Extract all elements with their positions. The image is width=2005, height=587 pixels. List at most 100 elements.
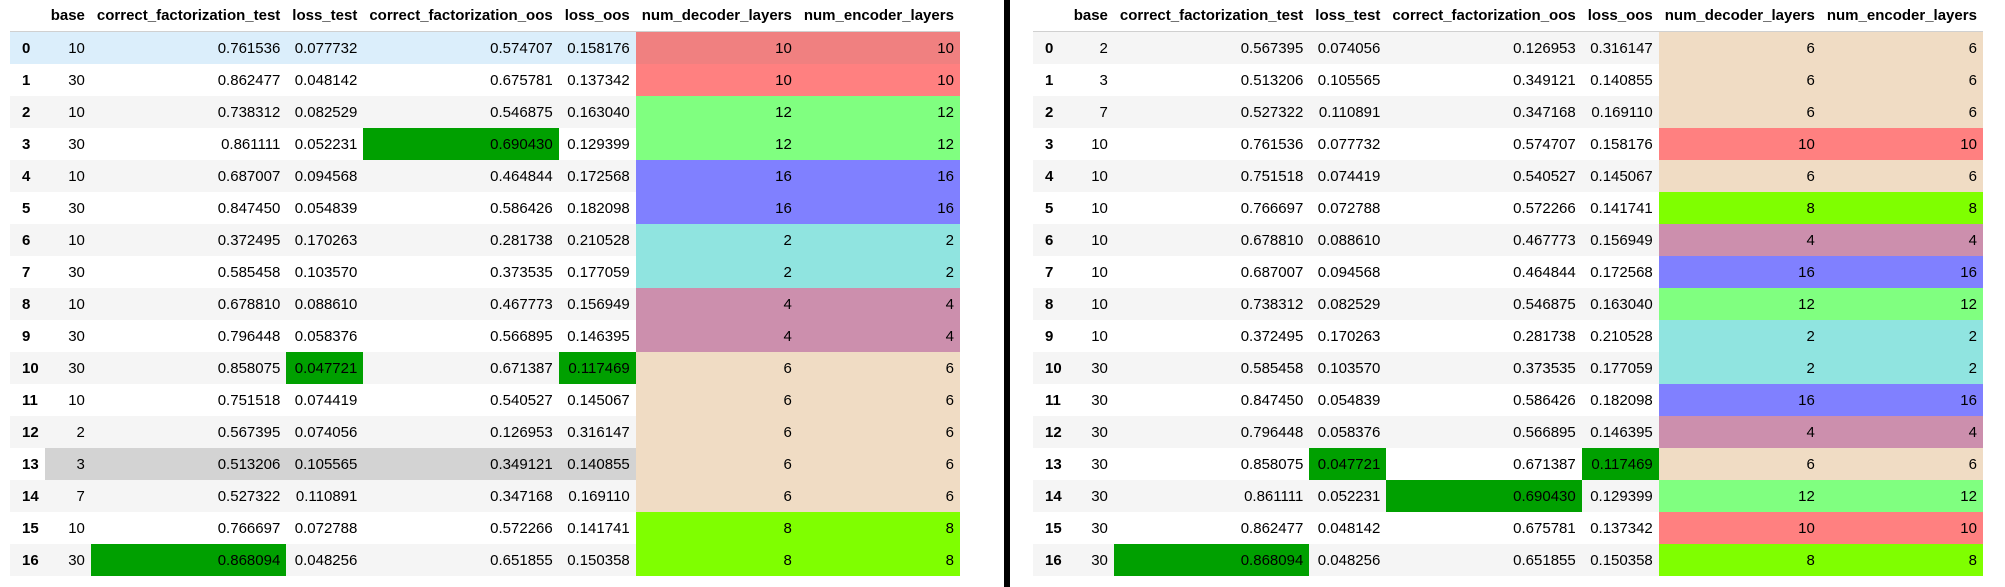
row-index: 10	[10, 352, 45, 384]
table-cell: 10	[1091, 135, 1108, 153]
table-cell: 12	[797, 96, 960, 128]
table-cell: 0.540527	[1386, 160, 1582, 192]
table-cell: 0.146395	[567, 327, 630, 345]
table-cell: 0.281738	[1513, 327, 1576, 345]
right-dataframe-panel: base correct_factorization_test loss_test c…	[1007, 0, 2005, 587]
table-cell: 12	[635, 96, 798, 128]
row-index: 0	[10, 31, 45, 64]
table-cell: 0.761536	[1240, 135, 1304, 153]
table-cell: 0.690430	[363, 128, 559, 160]
table-cell: 16	[1658, 256, 1821, 288]
table-cell: 4	[797, 288, 960, 320]
table-cell: 0.117469	[1581, 448, 1659, 480]
column-header: correct_factorization_test	[90, 0, 287, 32]
table-cell: 0.347168	[363, 480, 559, 512]
table-cell: 0.137342	[1590, 519, 1653, 537]
table-cell: 10	[68, 519, 85, 537]
table-cell: 0.177059	[567, 263, 630, 281]
table-row: 11 30 0.847450 0.054839 0.586426 0.182098 16 16	[1033, 384, 1983, 416]
table-cell: 0.158176	[558, 31, 636, 64]
column-header: num_encoder_layers	[1820, 0, 1983, 32]
table-cell: 0.761536	[90, 31, 287, 64]
table-cell: 12	[1820, 480, 1983, 512]
table-cell: 30	[1091, 391, 1108, 409]
table-cell: 0.077732	[1317, 135, 1381, 153]
table-cell: 0.054839	[294, 199, 358, 217]
row-index: 9	[1045, 327, 1054, 345]
table-cell: 0.527322	[90, 480, 287, 512]
table-cell: 0.105565	[1317, 71, 1381, 89]
table-cell: 16	[1820, 384, 1983, 416]
table-cell: 0.868094	[90, 544, 287, 576]
row-index: 12	[10, 416, 45, 448]
table-row: 1 3 0.513206 0.105565 0.349121 0.140855 6 6	[1033, 64, 1983, 96]
table-row: 9 10 0.372495 0.170263 0.281738 0.210528 2 2	[1033, 320, 1983, 352]
row-index: 15	[1045, 519, 1062, 537]
table-cell: 0.210528	[558, 224, 636, 256]
table-row: 0 10 0.761536 0.077732 0.574707 0.158176 10 10	[10, 31, 960, 64]
table-cell: 0.861111	[1113, 480, 1310, 512]
table-cell: 4	[1820, 224, 1983, 256]
table-cell: 30	[68, 135, 85, 153]
table-cell: 0.751518	[217, 391, 281, 409]
table-cell: 0.585458	[217, 263, 281, 281]
row-index: 16	[1033, 544, 1068, 576]
table-cell: 2	[635, 256, 798, 288]
table-cell: 6	[1820, 448, 1983, 480]
table-row: 6 10 0.678810 0.088610 0.467773 0.156949 4 4	[1033, 224, 1983, 256]
table-row: 13 30 0.858075 0.047721 0.671387 0.117469 6 6	[1033, 448, 1983, 480]
column-header: loss_test	[286, 0, 364, 32]
row-index: 16	[10, 544, 45, 576]
table-cell: 0.861111	[221, 135, 281, 153]
table-cell: 0.158176	[1590, 135, 1653, 153]
table-row: 11 10 0.751518 0.074419 0.540527 0.145067 6 6	[10, 384, 960, 416]
table-cell: 3	[1099, 71, 1108, 89]
table-cell: 0.738312	[90, 96, 287, 128]
table-cell: 16	[797, 192, 960, 224]
dataframe-table-left: base correct_factorization_test loss_test c…	[10, 0, 960, 576]
header-row: base correct_factorization_test loss_test c…	[1033, 0, 1983, 32]
table-cell: 0.145067	[1581, 160, 1659, 192]
table-cell: 6	[1820, 96, 1983, 128]
column-header: loss_oos	[558, 0, 636, 32]
table-cell: 0.177059	[1581, 352, 1659, 384]
table-cell: 0.163040	[558, 96, 636, 128]
table-cell: 0.862477	[1240, 519, 1304, 537]
table-cell: 0.678810	[90, 288, 287, 320]
row-index: 15	[22, 519, 39, 537]
table-cell: 0.126953	[363, 416, 559, 448]
column-header: loss_test	[1309, 0, 1387, 32]
table-cell: 0.110891	[1309, 96, 1387, 128]
table-cell: 0.766697	[1240, 199, 1304, 217]
table-cell: 6	[1658, 160, 1821, 192]
table-row: 7 10 0.687007 0.094568 0.464844 0.172568 16 16	[1033, 256, 1983, 288]
row-index: 2	[10, 96, 45, 128]
row-index: 3	[22, 135, 31, 153]
table-body: 0 2 0.567395 0.074056 0.126953 0.316147 6 6 1 3 0.…	[1033, 31, 1983, 576]
table-cell: 6	[1820, 64, 1983, 96]
table-cell: 0.047721	[1309, 448, 1387, 480]
table-cell: 0.687007	[1240, 263, 1304, 281]
table-cell: 2	[1658, 352, 1821, 384]
table-cell: 10	[1820, 512, 1983, 544]
table-cell: 2	[1067, 31, 1114, 64]
table-cell: 10	[797, 31, 960, 64]
table-cell: 6	[797, 352, 960, 384]
table-cell: 4	[1820, 416, 1983, 448]
table-cell: 0.058376	[294, 327, 358, 345]
table-cell: 8	[1820, 544, 1983, 576]
row-index: 5	[1045, 199, 1054, 217]
table-cell: 0.074056	[1309, 31, 1387, 64]
table-cell: 10	[1091, 199, 1108, 217]
row-index: 12	[1033, 416, 1068, 448]
table-cell: 6	[635, 416, 798, 448]
table-cell: 10	[635, 31, 798, 64]
table-row: 0 2 0.567395 0.074056 0.126953 0.316147 6 6	[1033, 31, 1983, 64]
table-cell: 10	[635, 64, 798, 96]
table-cell: 0.088610	[1309, 224, 1387, 256]
table-cell: 7	[1067, 96, 1114, 128]
row-index: 2	[1033, 96, 1068, 128]
table-cell: 10	[1067, 160, 1114, 192]
table-cell: 6	[1820, 160, 1983, 192]
header-row: base correct_factorization_test loss_test c…	[10, 0, 960, 32]
